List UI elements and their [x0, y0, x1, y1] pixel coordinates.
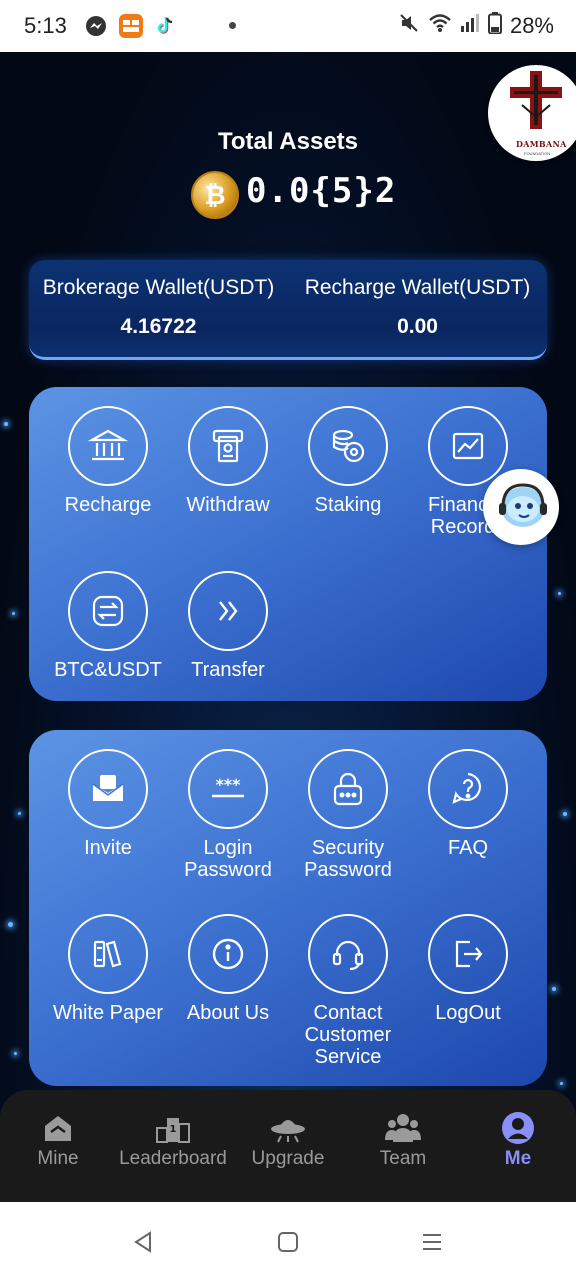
settings-panel: Invite *** Login Password Security Passw… — [29, 730, 547, 1086]
wallet-label: Recharge Wallet(USDT) — [304, 276, 531, 299]
sparkle — [8, 922, 13, 927]
status-bar: 5:13 28% — [0, 0, 576, 52]
bottom-nav: Mine 1 Leaderboard Upgrade Team Me — [0, 1090, 576, 1202]
nav-label: Upgrade — [251, 1148, 325, 1169]
logout-button[interactable]: LogOut — [408, 914, 528, 1024]
exchange-icon — [92, 595, 124, 627]
login-password-button[interactable]: *** Login Password — [168, 749, 288, 881]
nav-label: Me — [504, 1148, 532, 1169]
system-nav — [0, 1202, 576, 1280]
total-assets-title: Total Assets — [217, 128, 359, 155]
wallet-value: 0.00 — [397, 315, 438, 338]
sparkle — [4, 422, 8, 426]
btc-usdt-button[interactable]: BTC&USDT — [48, 571, 168, 681]
tile-label: Transfer — [191, 659, 265, 681]
white-paper-button[interactable]: White Paper — [48, 914, 168, 1024]
tile-label: Staking — [314, 494, 382, 516]
recharge-wallet: Recharge Wallet(USDT) 0.00 — [288, 276, 547, 339]
mute-icon — [398, 12, 420, 40]
lock-icon — [333, 772, 363, 806]
home-button-icon[interactable] — [276, 1230, 300, 1254]
tile-label: White Paper — [52, 1002, 164, 1024]
team-icon — [385, 1114, 421, 1142]
total-assets-value: 0.0{5}2 — [246, 171, 397, 211]
question-icon — [452, 772, 481, 804]
tile-label: About Us — [186, 1002, 270, 1024]
about-us-button[interactable]: About Us — [168, 914, 288, 1024]
info-icon — [212, 938, 244, 970]
temu-icon — [119, 14, 143, 38]
transfer-button[interactable]: Transfer — [168, 571, 288, 681]
robot-icon — [499, 483, 547, 527]
nav-label: Mine — [37, 1148, 79, 1169]
brokerage-wallet: Brokerage Wallet(USDT) 4.16722 — [29, 276, 288, 339]
sparkle — [560, 1082, 563, 1085]
tile-label: Withdraw — [186, 494, 270, 516]
bank-icon — [88, 429, 128, 461]
nav-team[interactable]: Team — [345, 1112, 461, 1170]
battery-percent: 28% — [509, 13, 554, 38]
sparkle — [14, 1052, 17, 1055]
coins-icon — [332, 429, 365, 463]
sparkle — [552, 987, 556, 991]
svg-text:***: *** — [215, 775, 241, 794]
atm-icon — [212, 429, 244, 463]
logout-icon — [455, 940, 483, 968]
podium-icon: 1 — [156, 1118, 190, 1143]
customer-service-bot[interactable] — [483, 469, 559, 545]
tile-label: Recharge — [64, 494, 152, 516]
wallet-value: 4.16722 — [120, 315, 197, 338]
signal-icon — [460, 12, 480, 40]
faq-button[interactable]: FAQ — [408, 749, 528, 859]
bitcoin-icon: ₿ — [191, 171, 239, 219]
recents-icon[interactable] — [420, 1230, 444, 1254]
withdraw-button[interactable]: Withdraw — [168, 406, 288, 516]
home-icon — [45, 1116, 71, 1141]
wifi-icon — [428, 12, 452, 40]
notification-dot — [229, 22, 236, 29]
tile-label: Security Password — [304, 837, 392, 881]
chart-icon — [452, 432, 484, 460]
wallet-card: Brokerage Wallet(USDT) 4.16722 Recharge … — [29, 260, 547, 360]
contact-service-button[interactable]: Contact Customer Service — [288, 914, 408, 1068]
status-time: 5:13 — [24, 13, 67, 38]
ufo-icon — [271, 1120, 305, 1143]
envelope-icon — [92, 775, 124, 801]
nav-label: Leaderboard — [119, 1148, 227, 1169]
tile-label: FAQ — [447, 837, 488, 859]
tile-label: Invite — [84, 837, 132, 859]
messenger-icon — [84, 14, 108, 38]
tile-label: LogOut — [435, 1002, 501, 1024]
wallet-label: Brokerage Wallet(USDT) — [42, 276, 275, 299]
nav-mine[interactable]: Mine — [0, 1112, 116, 1170]
app-content: DAMBANA FOUNDATION Total Assets ₿ 0.0{5}… — [0, 52, 576, 1202]
password-icon: *** — [212, 775, 244, 798]
double-chevron-icon — [219, 601, 238, 621]
actions-panel: Recharge Withdraw Staking Financial Reco… — [29, 387, 547, 701]
security-password-button[interactable]: Security Password — [288, 749, 408, 881]
staking-button[interactable]: Staking — [288, 406, 408, 516]
invite-button[interactable]: Invite — [48, 749, 168, 859]
tiktok-icon — [154, 14, 178, 38]
sparkle — [558, 592, 561, 595]
back-icon[interactable] — [132, 1230, 154, 1254]
recharge-button[interactable]: Recharge — [48, 406, 168, 516]
sparkle — [563, 812, 567, 816]
nav-upgrade[interactable]: Upgrade — [230, 1112, 346, 1170]
tile-label: BTC&USDT — [54, 659, 162, 681]
person-icon — [502, 1112, 534, 1144]
nav-label: Team — [379, 1148, 427, 1169]
sparkle — [18, 812, 21, 815]
svg-text:1: 1 — [170, 1124, 177, 1135]
cross-icon — [510, 71, 562, 129]
headset-icon — [332, 940, 364, 971]
battery-icon — [487, 12, 502, 40]
tile-label: Login Password — [184, 837, 272, 881]
book-icon — [93, 940, 122, 968]
tile-label: Contact Customer Service — [304, 1002, 392, 1068]
nav-me[interactable]: Me — [460, 1112, 576, 1170]
nav-leaderboard[interactable]: 1 Leaderboard — [115, 1112, 231, 1170]
sparkle — [12, 612, 15, 615]
